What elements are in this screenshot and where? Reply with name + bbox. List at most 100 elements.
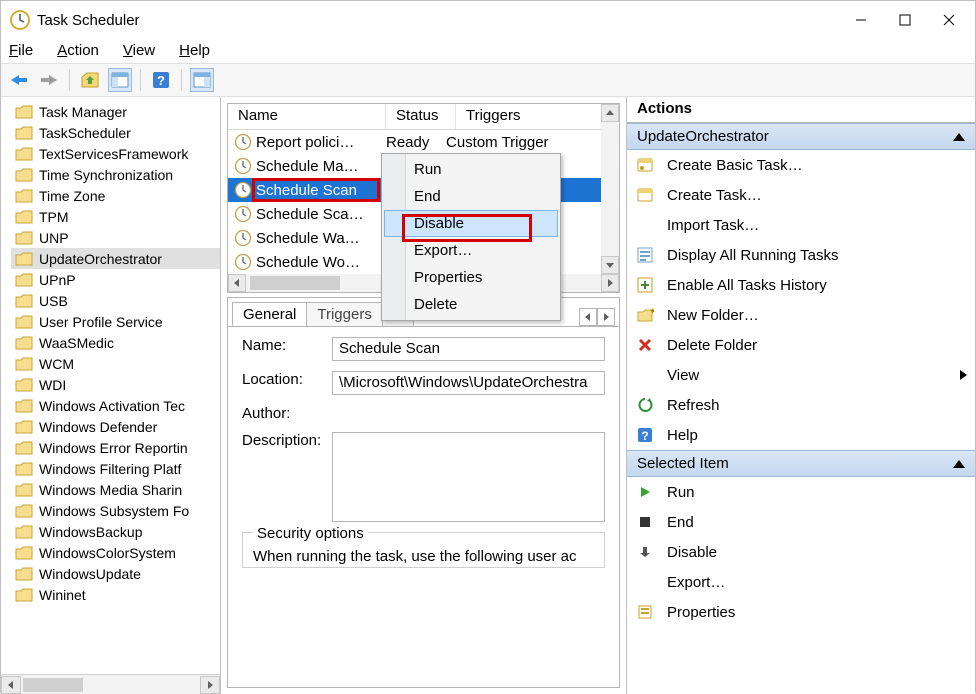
close-button[interactable] (927, 5, 971, 35)
task-name: Schedule Scan (256, 182, 386, 199)
tree-item[interactable]: Windows Defender (11, 416, 220, 437)
action-label: Properties (667, 604, 735, 621)
tree-item[interactable]: WindowsColorSystem (11, 542, 220, 563)
tree-item[interactable]: Windows Subsystem Fo (11, 500, 220, 521)
actions-section-updateorchestrator[interactable]: UpdateOrchestrator (627, 123, 975, 150)
menu-action[interactable]: Action (55, 40, 101, 61)
action-label: Import Task… (667, 217, 759, 234)
action-item[interactable]: View (627, 360, 975, 390)
tree-item-label: WaaSMedic (39, 335, 114, 351)
chevron-right-icon (960, 370, 967, 380)
context-menu[interactable]: RunEndDisableExport…PropertiesDelete (381, 153, 561, 321)
context-menu-item[interactable]: Run (384, 156, 558, 183)
menu-help[interactable]: Help (177, 40, 212, 61)
forward-button[interactable] (37, 68, 61, 92)
action-icon (635, 482, 655, 502)
action-item[interactable]: Run (627, 477, 975, 507)
task-row[interactable]: Report polici…ReadyCustom Trigger (228, 130, 619, 154)
tree-item[interactable]: UpdateOrchestrator (11, 248, 220, 269)
tree-item[interactable]: Time Zone (11, 185, 220, 206)
tree-item-label: WindowsColorSystem (39, 545, 176, 561)
tree-item[interactable]: WDI (11, 374, 220, 395)
menu-file[interactable]: File (7, 40, 35, 61)
action-item[interactable]: Import Task… (627, 210, 975, 240)
tab-triggers[interactable]: Triggers (306, 302, 382, 326)
action-item[interactable]: Create Task… (627, 180, 975, 210)
tree-item-label: TPM (39, 209, 69, 225)
action-item[interactable]: Create Basic Task… (627, 150, 975, 180)
back-button[interactable] (7, 68, 31, 92)
field-description[interactable] (332, 432, 605, 522)
tree-item[interactable]: Windows Error Reportin (11, 437, 220, 458)
task-name: Schedule Sca… (256, 206, 386, 223)
action-icon (635, 245, 655, 265)
tree-item[interactable]: TPM (11, 206, 220, 227)
action-label: Disable (667, 544, 717, 561)
context-menu-item[interactable]: Export… (384, 237, 558, 264)
tab-general[interactable]: General (232, 302, 307, 326)
col-name[interactable]: Name (228, 104, 386, 129)
tree-list[interactable]: Task ManagerTaskSchedulerTextServicesFra… (1, 97, 220, 674)
tree-item-label: WindowsUpdate (39, 566, 141, 582)
general-tab-body: Name: Schedule Scan Location: \Microsoft… (228, 326, 619, 687)
tree-item[interactable]: WaaSMedic (11, 332, 220, 353)
action-item[interactable]: Disable (627, 537, 975, 567)
context-menu-item[interactable]: Properties (384, 264, 558, 291)
action-item[interactable]: Enable All Tasks History (627, 270, 975, 300)
tree-item[interactable]: USB (11, 290, 220, 311)
action-icon (635, 335, 655, 355)
scroll-left-button[interactable] (1, 676, 21, 694)
action-label: Enable All Tasks History (667, 277, 827, 294)
action-item[interactable]: Export… (627, 567, 975, 597)
show-hide-tree-button[interactable] (108, 68, 132, 92)
toolbar: ? (1, 63, 975, 97)
action-label: End (667, 514, 694, 531)
action-item[interactable]: Display All Running Tasks (627, 240, 975, 270)
tree-item[interactable]: WCM (11, 353, 220, 374)
action-icon (635, 572, 655, 592)
tree-item[interactable]: Windows Activation Tec (11, 395, 220, 416)
task-name: Schedule Ma… (256, 158, 386, 175)
action-label: New Folder… (667, 307, 759, 324)
actions-title: Actions (627, 97, 975, 123)
col-triggers[interactable]: Triggers (456, 104, 619, 129)
show-hide-actions-button[interactable] (190, 68, 214, 92)
action-item[interactable]: Refresh (627, 390, 975, 420)
context-menu-item[interactable]: Disable (384, 210, 558, 237)
tree-item[interactable]: Task Manager (11, 101, 220, 122)
action-item[interactable]: Delete Folder (627, 330, 975, 360)
tree-item[interactable]: UNP (11, 227, 220, 248)
maximize-button[interactable] (883, 5, 927, 35)
tree-item[interactable]: TaskScheduler (11, 122, 220, 143)
tree-item[interactable]: Wininet (11, 584, 220, 605)
tree-item[interactable]: WindowsBackup (11, 521, 220, 542)
action-label: Create Task… (667, 187, 762, 204)
tree-item[interactable]: WindowsUpdate (11, 563, 220, 584)
scroll-right-button[interactable] (200, 676, 220, 694)
col-status[interactable]: Status (386, 104, 456, 129)
minimize-button[interactable] (839, 5, 883, 35)
action-item[interactable]: ?Help (627, 420, 975, 450)
tree-item[interactable]: UPnP (11, 269, 220, 290)
menu-view[interactable]: View (121, 40, 157, 61)
tree-item[interactable]: Windows Filtering Platf (11, 458, 220, 479)
tab-scroll[interactable] (579, 308, 615, 326)
action-icon (635, 185, 655, 205)
tree-item[interactable]: TextServicesFramework (11, 143, 220, 164)
field-name[interactable]: Schedule Scan (332, 337, 605, 361)
up-button[interactable] (78, 68, 102, 92)
help-button[interactable]: ? (149, 68, 173, 92)
tree-item[interactable]: Time Synchronization (11, 164, 220, 185)
context-menu-item[interactable]: Delete (384, 291, 558, 318)
action-item[interactable]: End (627, 507, 975, 537)
action-item[interactable]: Properties (627, 597, 975, 627)
tree-item[interactable]: User Profile Service (11, 311, 220, 332)
context-menu-item[interactable]: End (384, 183, 558, 210)
actions-section-selected-item[interactable]: Selected Item (627, 450, 975, 477)
tree-item[interactable]: Windows Media Sharin (11, 479, 220, 500)
tree-hscroll[interactable] (1, 674, 220, 694)
task-details-tabs: General Triggers A Name: Schedule Scan L… (227, 297, 620, 688)
action-item[interactable]: ✦New Folder… (627, 300, 975, 330)
task-trigger: Custom Trigger (446, 134, 619, 151)
tasklist-vscroll[interactable] (601, 104, 619, 274)
